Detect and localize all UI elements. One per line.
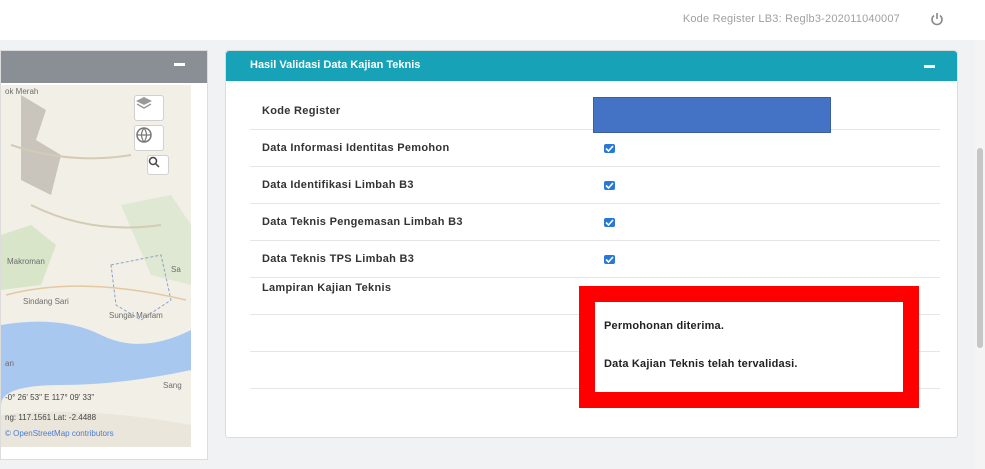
map-panel-header bbox=[1, 51, 207, 83]
checkbox-checked-icon[interactable] bbox=[604, 144, 615, 153]
map-label: Sungai Mariam bbox=[109, 311, 163, 320]
notice-accepted-text: Permohonan diterima. bbox=[604, 320, 725, 332]
layers-icon[interactable] bbox=[134, 95, 164, 121]
top-bar: Kode Register LB3: Reglb3-202011040007 bbox=[0, 0, 985, 40]
minus-icon[interactable] bbox=[174, 63, 185, 66]
map-label: Makroman bbox=[7, 257, 45, 266]
map-label: Sa bbox=[171, 265, 181, 274]
map-coordinates: -0° 26' 53" E 117° 09' 33" bbox=[5, 393, 95, 402]
scrollbar-thumb[interactable] bbox=[977, 148, 983, 348]
checkbox-checked-icon[interactable] bbox=[604, 255, 615, 264]
map-view[interactable]: ok Merah Makroman Sa Sindang Sari Sungai… bbox=[1, 85, 191, 447]
map-coordinates-decimal: ng: 117.1561 Lat: -2.4488 bbox=[5, 413, 97, 422]
map-label: Sang bbox=[163, 381, 182, 390]
row-label: Kode Register bbox=[262, 105, 341, 117]
validation-notice-highlight: Permohonan diterima. Data Kajian Teknis … bbox=[579, 286, 919, 408]
minus-icon[interactable] bbox=[924, 65, 935, 68]
row-identifikasi-limbah: Data Identifikasi Limbah B3 bbox=[250, 167, 940, 204]
world-icon[interactable] bbox=[134, 125, 164, 151]
map-panel: ok Merah Makroman Sa Sindang Sari Sungai… bbox=[0, 50, 208, 460]
checkbox-checked-icon[interactable] bbox=[604, 181, 615, 190]
power-icon[interactable] bbox=[929, 11, 945, 27]
map-label: ok Merah bbox=[5, 87, 39, 96]
register-code-text: Kode Register LB3: Reglb3-202011040007 bbox=[682, 13, 900, 25]
row-label: Data Identifikasi Limbah B3 bbox=[262, 179, 414, 191]
row-label: Data Informasi Identitas Pemohon bbox=[262, 142, 450, 154]
row-label: Data Teknis Pengemasan Limbah B3 bbox=[262, 216, 463, 228]
notice-validated-text: Data Kajian Teknis telah tervalidasi. bbox=[604, 358, 798, 370]
checkbox-checked-icon[interactable] bbox=[604, 218, 615, 227]
row-teknis-pengemasan: Data Teknis Pengemasan Limbah B3 bbox=[250, 204, 940, 241]
map-label: Sindang Sari bbox=[23, 297, 69, 306]
row-kode-register: Kode Register bbox=[250, 93, 940, 133]
row-teknis-tps: Data Teknis TPS Limbah B3 bbox=[250, 241, 940, 278]
validation-panel-header: Hasil Validasi Data Kajian Teknis bbox=[226, 51, 957, 81]
kode-register-value-redacted bbox=[593, 97, 831, 133]
row-label: Data Teknis TPS Limbah B3 bbox=[262, 253, 415, 265]
panel-title: Hasil Validasi Data Kajian Teknis bbox=[250, 59, 421, 71]
map-label: an bbox=[5, 359, 14, 368]
search-icon[interactable] bbox=[147, 155, 169, 175]
row-identitas-pemohon: Data Informasi Identitas Pemohon bbox=[250, 130, 940, 167]
row-label: Lampiran Kajian Teknis bbox=[262, 282, 392, 294]
page-scrollbar[interactable] bbox=[975, 40, 985, 469]
map-attribution[interactable]: © OpenStreetMap contributors bbox=[5, 429, 114, 438]
